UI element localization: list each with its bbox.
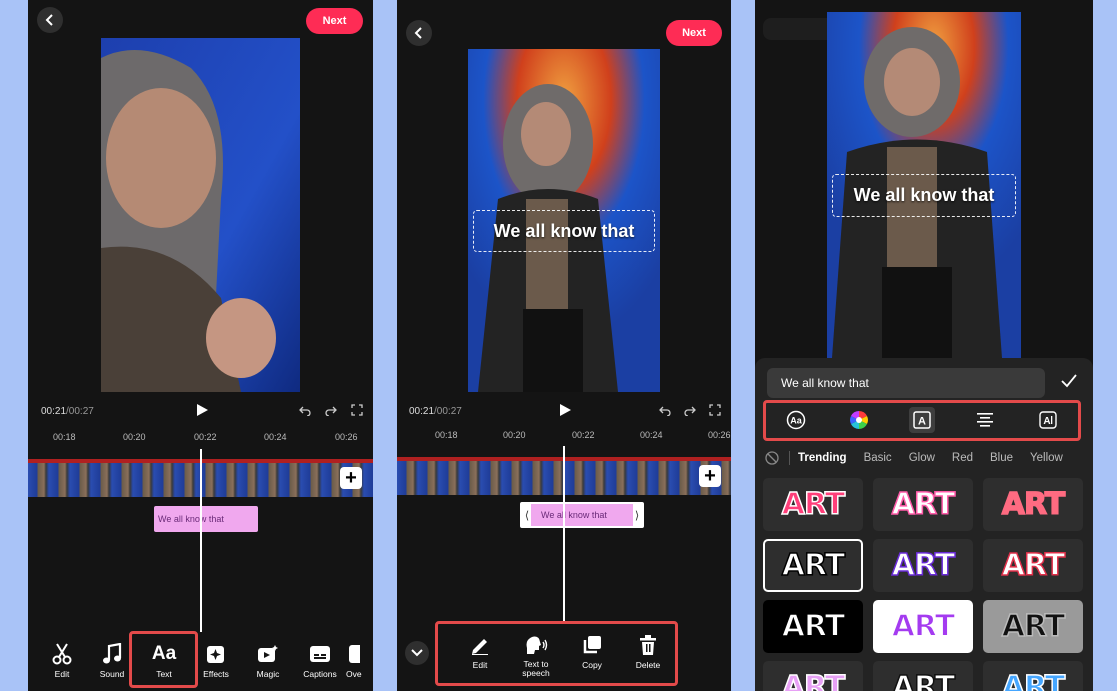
toolbar-label: Captions	[303, 669, 337, 679]
ruler-tick-label: 00:22	[194, 432, 217, 442]
ruler-tick-label: 00:26	[335, 432, 358, 442]
timecode: 00:21/00:27	[409, 406, 462, 417]
highlight-text-toolbar	[435, 621, 678, 686]
redo-icon[interactable]	[684, 404, 696, 416]
toolbar-captions[interactable]: Captions	[294, 641, 346, 679]
magic-icon	[258, 645, 278, 662]
toolbar-edit[interactable]: Edit	[38, 641, 86, 679]
text-clip[interactable]: We all know that	[154, 506, 258, 532]
text-style-tile[interactable]: ART	[983, 478, 1083, 531]
category-yellow[interactable]: Yellow	[1030, 452, 1063, 464]
timeline-ruler: 00:18 00:20 00:22 00:24 00:26	[397, 430, 731, 442]
ruler-tick-label: 00:20	[123, 432, 146, 442]
collapse-button[interactable]	[405, 641, 429, 665]
text-clip-label: We all know that	[531, 504, 633, 526]
text-clip-selected[interactable]: ⟨ We all know that ⟩	[520, 502, 644, 528]
add-clip-button[interactable]: +	[699, 465, 721, 487]
text-style-sheet: We all know that Aa A A Trending Basic G…	[755, 358, 1093, 691]
text-style-tile[interactable]: ART	[873, 600, 973, 653]
category-basic[interactable]: Basic	[864, 452, 892, 464]
bottom-toolbar: Edit Sound Aa Text Effects Magic Caption…	[38, 641, 366, 679]
ruler-tick-label: 00:24	[640, 430, 663, 440]
highlight-text-options	[763, 400, 1081, 441]
phone-screen-text-style: We all know that We all know that Aa A A	[755, 0, 1093, 691]
ruler-tick-label: 00:18	[435, 430, 458, 440]
text-overlay-box[interactable]: We all know that	[832, 174, 1016, 217]
text-style-tile[interactable]: ART	[763, 478, 863, 531]
category-blue[interactable]: Blue	[990, 452, 1013, 464]
toolbar-magic[interactable]: Magic	[242, 641, 294, 679]
timecode: 00:21/00:27	[41, 406, 94, 417]
video-preview[interactable]	[101, 38, 300, 392]
current-time: 00:21	[409, 406, 435, 417]
phone-screen-text-menu: Next 00:21/00:27 00:18 00:20 00:22 00:24…	[28, 0, 373, 691]
fullscreen-icon[interactable]	[709, 404, 721, 416]
play-icon[interactable]	[195, 403, 209, 417]
chevron-down-icon	[411, 649, 423, 657]
text-style-tile[interactable]: ART	[873, 478, 973, 531]
toolbar-label: Sound	[99, 669, 125, 679]
play-icon[interactable]	[558, 403, 572, 417]
toolbar-label: Magic	[256, 669, 280, 679]
chevron-left-icon	[45, 14, 53, 26]
text-style-tile[interactable]: ART	[873, 539, 973, 592]
text-input-field[interactable]: We all know that	[767, 368, 1045, 398]
next-button[interactable]: Next	[306, 8, 363, 34]
scissors-icon	[52, 643, 72, 665]
current-time: 00:21	[41, 406, 67, 417]
redo-icon[interactable]	[325, 404, 337, 416]
overlay-icon	[349, 645, 360, 663]
toolbar-overlay[interactable]: Ove	[346, 641, 366, 679]
captions-icon	[310, 646, 330, 662]
text-style-tile[interactable]: ART	[983, 600, 1083, 653]
effects-icon	[207, 646, 224, 663]
video-frame-image	[101, 38, 300, 392]
check-icon[interactable]	[1061, 374, 1077, 388]
category-red[interactable]: Red	[952, 452, 973, 464]
back-button[interactable]	[406, 20, 432, 46]
toolbar-label: Edit	[54, 669, 70, 679]
fullscreen-icon[interactable]	[351, 404, 363, 416]
trim-handle-left[interactable]: ⟨	[523, 509, 531, 522]
phone-screen-text-selected: Next We all know that 00:21/00:27 00:18 …	[397, 0, 731, 691]
timeline-ruler: 00:18 00:20 00:22 00:24 00:26	[28, 432, 373, 444]
text-style-tile[interactable]: ART	[763, 661, 863, 691]
highlight-text-tool	[129, 631, 198, 688]
text-style-tile[interactable]: ART	[873, 661, 973, 691]
undo-icon[interactable]	[299, 404, 311, 416]
total-time: /00:27	[434, 406, 462, 417]
playhead[interactable]	[563, 446, 565, 624]
add-clip-button[interactable]: +	[340, 467, 362, 489]
ruler-tick-label: 00:22	[572, 430, 595, 440]
playhead[interactable]	[200, 449, 202, 632]
back-button[interactable]	[37, 7, 63, 33]
text-style-tile[interactable]: ART	[763, 600, 863, 653]
next-button[interactable]: Next	[666, 20, 722, 46]
undo-icon[interactable]	[659, 404, 671, 416]
toolbar-label: Ove	[346, 669, 362, 679]
total-time: /00:27	[66, 406, 94, 417]
category-trending[interactable]: Trending	[798, 452, 847, 464]
toolbar-label: Effects	[203, 669, 229, 679]
ruler-tick-label: 00:26	[708, 430, 731, 440]
chevron-left-icon	[414, 27, 422, 39]
ruler-tick-label: 00:18	[53, 432, 76, 442]
ruler-tick-label: 00:24	[264, 432, 287, 442]
ruler-tick-label: 00:20	[503, 430, 526, 440]
category-glow[interactable]: Glow	[909, 452, 935, 464]
text-style-tile[interactable]: ART	[983, 661, 1083, 691]
text-overlay-box[interactable]: We all know that	[473, 210, 655, 252]
text-style-tile[interactable]: ART	[763, 539, 863, 592]
music-note-icon	[103, 643, 122, 664]
text-style-grid: ART ART ART ART ART ART ART ART ART ART ART ART	[763, 478, 1085, 691]
text-style-tile[interactable]: ART	[983, 539, 1083, 592]
trim-handle-right[interactable]: ⟩	[633, 509, 641, 522]
none-style-icon[interactable]	[765, 451, 779, 465]
style-categories: Trending Basic Glow Red Blue Yellow	[765, 448, 1093, 468]
